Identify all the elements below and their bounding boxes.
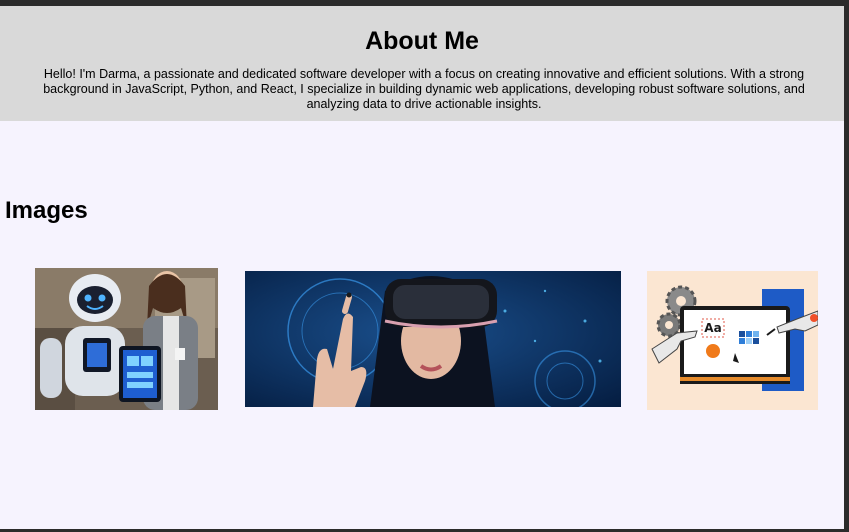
about-title: About Me xyxy=(365,27,479,55)
about-description: Hello! I'm Darma, a passionate and dedic… xyxy=(43,67,805,111)
robot-and-woman-with-tablet-photo xyxy=(35,268,218,410)
woman-vr-headset-photo xyxy=(245,271,621,407)
about-section: About Me Hello! I'm Darma, a passionate … xyxy=(0,6,844,121)
design-aa-label: Aa xyxy=(704,321,721,335)
page-frame: About Me Hello! I'm Darma, a passionate … xyxy=(0,6,844,529)
design-tools-illustration: Aa xyxy=(647,271,818,410)
images-title: Images xyxy=(5,197,88,224)
